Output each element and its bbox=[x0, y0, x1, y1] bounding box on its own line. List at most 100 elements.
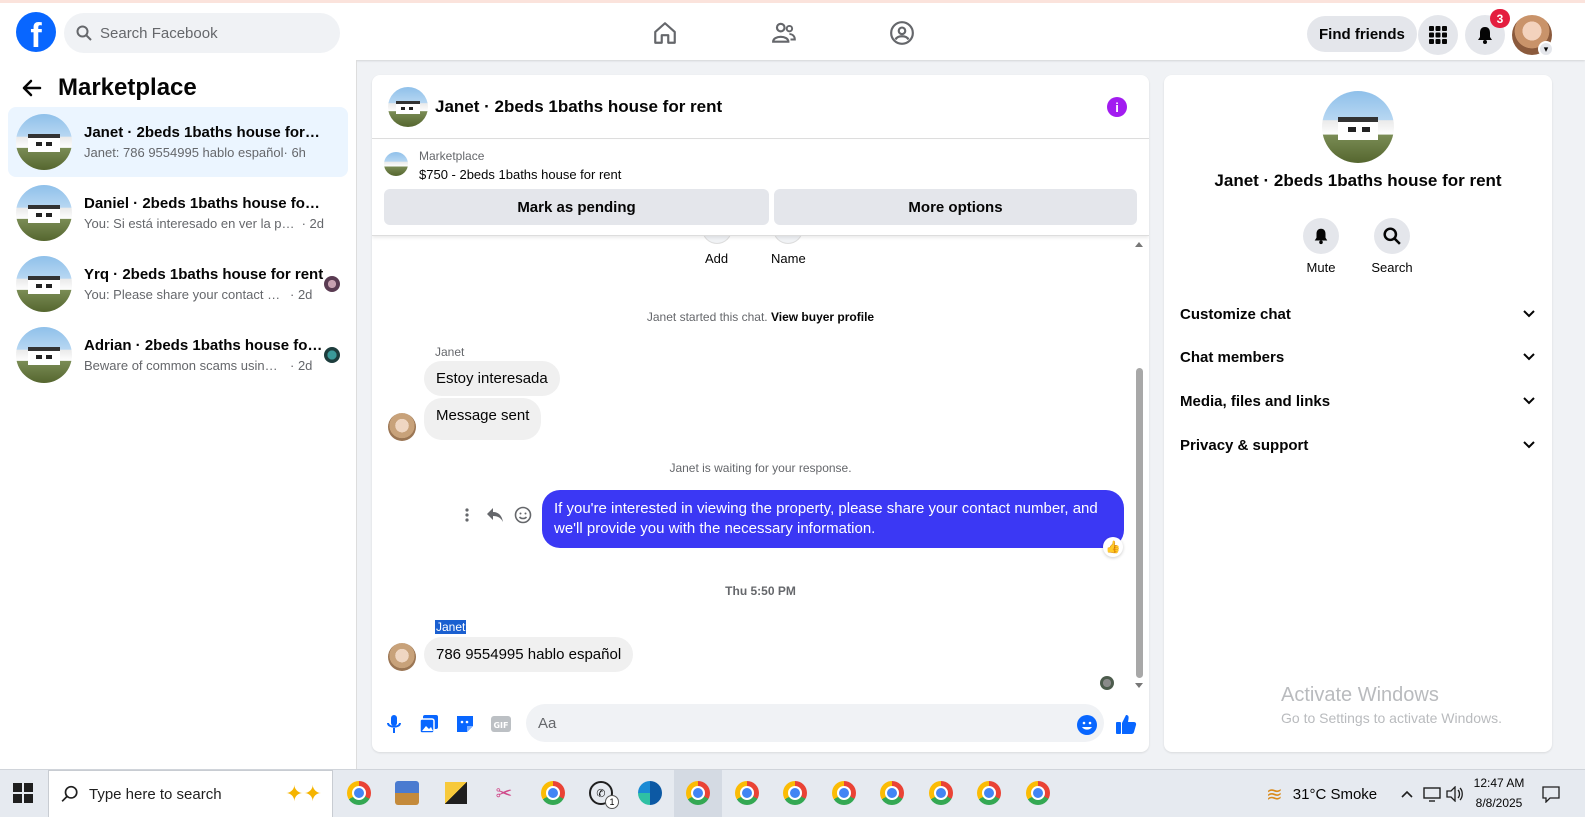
listing-thumbnail[interactable] bbox=[388, 86, 428, 127]
media-files-links-row[interactable]: Media, files and links bbox=[1180, 383, 1536, 419]
home-icon[interactable] bbox=[647, 15, 683, 51]
chrome-app-icon[interactable] bbox=[925, 777, 957, 809]
name-label: Name bbox=[771, 251, 806, 266]
edge-icon[interactable] bbox=[634, 777, 666, 809]
sticky-notes-icon[interactable] bbox=[440, 777, 472, 809]
conversation-snippet: You: Please share your contact nu... bbox=[84, 287, 284, 302]
weather-icon: ≋ bbox=[1266, 784, 1283, 806]
chevron-down-icon[interactable]: ▾ bbox=[1538, 41, 1554, 57]
thumbs-up-reaction[interactable]: 👍 bbox=[1103, 537, 1123, 557]
react-emoji-icon[interactable] bbox=[512, 504, 534, 526]
seen-avatar bbox=[324, 347, 340, 363]
chrome-app-icon[interactable] bbox=[731, 777, 763, 809]
conversation-yrq[interactable]: Yrq · 2beds 1baths house for rent You: P… bbox=[8, 249, 348, 319]
snipping-tool-icon[interactable]: ✂ bbox=[488, 777, 520, 809]
conversation-adrian[interactable]: Adrian · 2beds 1baths house for ... Bewa… bbox=[8, 320, 348, 390]
message-scrollbar[interactable] bbox=[1133, 240, 1145, 690]
incoming-message[interactable]: Estoy interesada bbox=[424, 361, 560, 396]
sender-name: Janet bbox=[435, 620, 467, 634]
chat-header: Janet · 2beds 1baths house for rent i bbox=[372, 75, 1149, 139]
mute-label: Mute bbox=[1306, 260, 1336, 275]
emoji-icon[interactable] bbox=[1075, 713, 1099, 737]
conversation-janet[interactable]: Janet · 2beds 1baths house for rent Jane… bbox=[8, 107, 348, 177]
privacy-support-row[interactable]: Privacy & support bbox=[1180, 427, 1536, 463]
chrome-app-icon[interactable] bbox=[343, 777, 375, 809]
listing-thumbnail[interactable] bbox=[1322, 91, 1394, 163]
sticker-icon[interactable] bbox=[453, 712, 477, 736]
listing-label: Marketplace bbox=[419, 149, 485, 163]
chat-members-row[interactable]: Chat members bbox=[1180, 339, 1536, 375]
incoming-message[interactable]: 786 9554995 hablo español bbox=[424, 637, 634, 672]
back-arrow-icon[interactable] bbox=[20, 77, 42, 99]
more-options-button[interactable]: More options bbox=[774, 189, 1137, 225]
chevron-down-icon bbox=[1523, 397, 1535, 405]
conversation-snippet: Beware of common scams using p... bbox=[84, 358, 284, 373]
scrollbar-thumb[interactable] bbox=[1136, 368, 1143, 678]
chrome-app-icon[interactable] bbox=[973, 777, 1005, 809]
system-clock[interactable]: 12:47 AM 8/8/2025 bbox=[1466, 773, 1532, 813]
marketplace-conversation-list: Marketplace Janet · 2beds 1baths house f… bbox=[0, 60, 357, 769]
listing-thumbnail bbox=[16, 185, 72, 241]
search-conversation-button[interactable]: Search bbox=[1362, 218, 1422, 275]
timestamp: Thu 5:50 PM bbox=[725, 584, 796, 598]
game-app-icon[interactable] bbox=[391, 777, 423, 809]
add-button[interactable] bbox=[702, 236, 732, 244]
view-buyer-profile-link[interactable]: View buyer profile bbox=[771, 310, 874, 324]
message-input[interactable] bbox=[526, 704, 1104, 742]
chrome-profile-app-icon[interactable] bbox=[537, 777, 569, 809]
customize-chat-row[interactable]: Customize chat bbox=[1180, 296, 1536, 332]
windows-start-icon[interactable] bbox=[12, 782, 34, 804]
janet-avatar[interactable] bbox=[388, 413, 416, 441]
conversation-daniel[interactable]: Daniel · 2beds 1baths house for rent You… bbox=[8, 178, 348, 248]
chevron-up-icon[interactable] bbox=[1396, 783, 1418, 805]
listing-thumbnail[interactable] bbox=[384, 152, 408, 176]
mark-as-pending-button[interactable]: Mark as pending bbox=[384, 189, 769, 225]
menu-grid-icon[interactable] bbox=[1418, 15, 1458, 55]
friends-icon[interactable] bbox=[766, 15, 802, 51]
facebook-search[interactable] bbox=[64, 13, 340, 53]
mute-button[interactable]: Mute bbox=[1291, 218, 1351, 275]
chrome-app-icon[interactable] bbox=[779, 777, 811, 809]
incoming-message[interactable]: Message sent bbox=[424, 398, 542, 440]
conversation-time: · 2d bbox=[301, 216, 324, 231]
reply-icon[interactable] bbox=[484, 504, 506, 526]
windows-taskbar: ✦✦ ✂ ✆ 1 ≋ 31°C Smoke 12:47 AM 8/8/2025 bbox=[0, 769, 1585, 817]
like-thumbs-up-icon[interactable] bbox=[1114, 712, 1138, 736]
volume-icon[interactable] bbox=[1444, 783, 1466, 805]
notification-badge: 3 bbox=[1490, 9, 1510, 28]
notification-center-icon[interactable] bbox=[1540, 783, 1562, 805]
search-input[interactable] bbox=[100, 24, 300, 42]
info-icon[interactable]: i bbox=[1107, 97, 1127, 117]
message-list: Add Name Janet started this chat. View b… bbox=[372, 236, 1149, 696]
chrome-active-icon[interactable] bbox=[682, 777, 714, 809]
janet-avatar[interactable] bbox=[388, 643, 416, 671]
whatsapp-icon[interactable]: ✆ 1 bbox=[585, 777, 619, 809]
listing-thumbnail bbox=[16, 114, 72, 170]
more-vertical-icon[interactable] bbox=[456, 504, 478, 526]
find-friends-button[interactable]: Find friends bbox=[1307, 16, 1417, 52]
details-title: Janet · 2beds 1baths house for rent bbox=[1214, 171, 1502, 190]
taskbar-search-input[interactable] bbox=[89, 785, 259, 803]
groups-icon[interactable] bbox=[884, 15, 920, 51]
weather-widget[interactable]: ≋ 31°C Smoke bbox=[1266, 782, 1377, 807]
microphone-icon[interactable] bbox=[382, 712, 406, 736]
listing-banner: Marketplace $750 - 2beds 1baths house fo… bbox=[372, 140, 1149, 236]
chat-panel: Janet · 2beds 1baths house for rent i Ma… bbox=[372, 75, 1149, 752]
network-icon[interactable] bbox=[1421, 783, 1443, 805]
taskbar-search[interactable]: ✦✦ bbox=[48, 770, 333, 817]
name-button[interactable] bbox=[773, 236, 803, 244]
chevron-down-icon bbox=[1523, 353, 1535, 361]
outgoing-message[interactable]: If you're interested in viewing the prop… bbox=[542, 490, 1124, 548]
chrome-app-icon[interactable] bbox=[876, 777, 908, 809]
add-label: Add bbox=[705, 251, 729, 266]
listing-price[interactable]: $750 - 2beds 1baths house for rent bbox=[419, 167, 621, 182]
search-icon bbox=[76, 25, 92, 41]
gif-icon[interactable]: GIF bbox=[489, 712, 513, 736]
facebook-logo[interactable]: f bbox=[16, 12, 56, 52]
conversation-details-panel: Janet · 2beds 1baths house for rent Mute… bbox=[1164, 75, 1552, 752]
chat-title[interactable]: Janet · 2beds 1baths house for rent bbox=[435, 97, 722, 117]
photo-icon[interactable] bbox=[417, 712, 441, 736]
chrome-app-icon[interactable] bbox=[828, 777, 860, 809]
conversation-title: Yrq · 2beds 1baths house for rent bbox=[84, 266, 324, 283]
chrome-app-icon[interactable] bbox=[1022, 777, 1054, 809]
